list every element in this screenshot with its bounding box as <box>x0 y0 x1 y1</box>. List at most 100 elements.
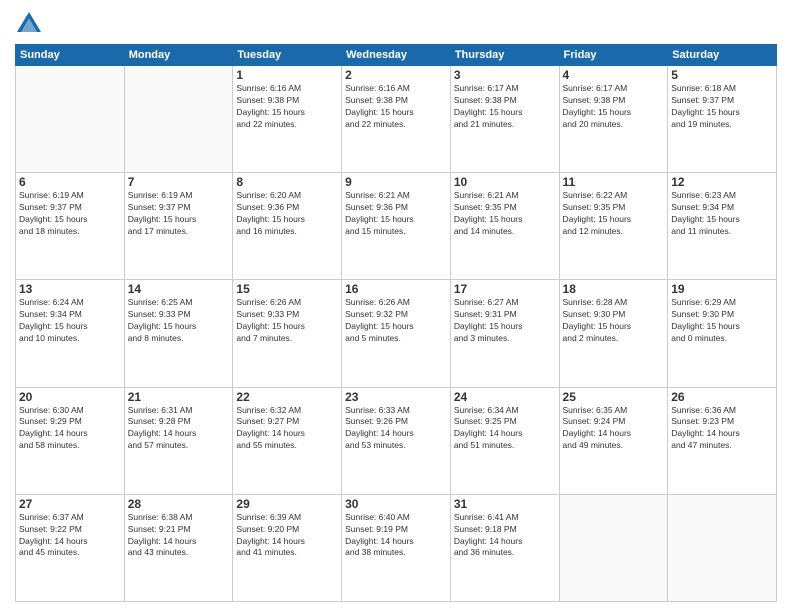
day-number: 25 <box>563 390 665 404</box>
day-info: Sunrise: 6:29 AM Sunset: 9:30 PM Dayligh… <box>671 297 773 345</box>
day-info: Sunrise: 6:36 AM Sunset: 9:23 PM Dayligh… <box>671 405 773 453</box>
day-info: Sunrise: 6:25 AM Sunset: 9:33 PM Dayligh… <box>128 297 230 345</box>
day-number: 31 <box>454 497 556 511</box>
calendar-header-row: SundayMondayTuesdayWednesdayThursdayFrid… <box>16 45 777 66</box>
day-info: Sunrise: 6:22 AM Sunset: 9:35 PM Dayligh… <box>563 190 665 238</box>
day-info: Sunrise: 6:24 AM Sunset: 9:34 PM Dayligh… <box>19 297 121 345</box>
calendar-cell: 30Sunrise: 6:40 AM Sunset: 9:19 PM Dayli… <box>342 494 451 601</box>
day-info: Sunrise: 6:21 AM Sunset: 9:36 PM Dayligh… <box>345 190 447 238</box>
day-number: 19 <box>671 282 773 296</box>
calendar-cell: 6Sunrise: 6:19 AM Sunset: 9:37 PM Daylig… <box>16 173 125 280</box>
day-number: 29 <box>236 497 338 511</box>
calendar-cell: 3Sunrise: 6:17 AM Sunset: 9:38 PM Daylig… <box>450 66 559 173</box>
calendar-week-row: 20Sunrise: 6:30 AM Sunset: 9:29 PM Dayli… <box>16 387 777 494</box>
calendar-cell: 14Sunrise: 6:25 AM Sunset: 9:33 PM Dayli… <box>124 280 233 387</box>
weekday-header: Friday <box>559 45 668 66</box>
calendar-cell <box>16 66 125 173</box>
day-info: Sunrise: 6:28 AM Sunset: 9:30 PM Dayligh… <box>563 297 665 345</box>
calendar-cell: 16Sunrise: 6:26 AM Sunset: 9:32 PM Dayli… <box>342 280 451 387</box>
day-number: 14 <box>128 282 230 296</box>
day-number: 26 <box>671 390 773 404</box>
calendar-cell: 18Sunrise: 6:28 AM Sunset: 9:30 PM Dayli… <box>559 280 668 387</box>
day-info: Sunrise: 6:16 AM Sunset: 9:38 PM Dayligh… <box>236 83 338 131</box>
calendar-cell <box>668 494 777 601</box>
calendar-cell: 11Sunrise: 6:22 AM Sunset: 9:35 PM Dayli… <box>559 173 668 280</box>
calendar-table: SundayMondayTuesdayWednesdayThursdayFrid… <box>15 44 777 602</box>
day-number: 6 <box>19 175 121 189</box>
calendar-cell: 20Sunrise: 6:30 AM Sunset: 9:29 PM Dayli… <box>16 387 125 494</box>
calendar-cell: 29Sunrise: 6:39 AM Sunset: 9:20 PM Dayli… <box>233 494 342 601</box>
day-number: 24 <box>454 390 556 404</box>
day-info: Sunrise: 6:30 AM Sunset: 9:29 PM Dayligh… <box>19 405 121 453</box>
calendar-week-row: 13Sunrise: 6:24 AM Sunset: 9:34 PM Dayli… <box>16 280 777 387</box>
day-info: Sunrise: 6:17 AM Sunset: 9:38 PM Dayligh… <box>454 83 556 131</box>
day-number: 21 <box>128 390 230 404</box>
day-info: Sunrise: 6:17 AM Sunset: 9:38 PM Dayligh… <box>563 83 665 131</box>
calendar-cell: 7Sunrise: 6:19 AM Sunset: 9:37 PM Daylig… <box>124 173 233 280</box>
day-number: 11 <box>563 175 665 189</box>
day-number: 12 <box>671 175 773 189</box>
day-info: Sunrise: 6:37 AM Sunset: 9:22 PM Dayligh… <box>19 512 121 560</box>
weekday-header: Wednesday <box>342 45 451 66</box>
day-number: 15 <box>236 282 338 296</box>
day-number: 1 <box>236 68 338 82</box>
day-info: Sunrise: 6:35 AM Sunset: 9:24 PM Dayligh… <box>563 405 665 453</box>
day-info: Sunrise: 6:26 AM Sunset: 9:33 PM Dayligh… <box>236 297 338 345</box>
day-number: 17 <box>454 282 556 296</box>
calendar-cell <box>124 66 233 173</box>
calendar-cell: 28Sunrise: 6:38 AM Sunset: 9:21 PM Dayli… <box>124 494 233 601</box>
day-info: Sunrise: 6:38 AM Sunset: 9:21 PM Dayligh… <box>128 512 230 560</box>
day-info: Sunrise: 6:34 AM Sunset: 9:25 PM Dayligh… <box>454 405 556 453</box>
day-info: Sunrise: 6:19 AM Sunset: 9:37 PM Dayligh… <box>128 190 230 238</box>
day-info: Sunrise: 6:32 AM Sunset: 9:27 PM Dayligh… <box>236 405 338 453</box>
calendar-cell: 13Sunrise: 6:24 AM Sunset: 9:34 PM Dayli… <box>16 280 125 387</box>
day-number: 30 <box>345 497 447 511</box>
calendar-week-row: 1Sunrise: 6:16 AM Sunset: 9:38 PM Daylig… <box>16 66 777 173</box>
day-info: Sunrise: 6:21 AM Sunset: 9:35 PM Dayligh… <box>454 190 556 238</box>
day-number: 27 <box>19 497 121 511</box>
page: SundayMondayTuesdayWednesdayThursdayFrid… <box>0 0 792 612</box>
calendar-cell: 26Sunrise: 6:36 AM Sunset: 9:23 PM Dayli… <box>668 387 777 494</box>
weekday-header: Saturday <box>668 45 777 66</box>
calendar-cell: 31Sunrise: 6:41 AM Sunset: 9:18 PM Dayli… <box>450 494 559 601</box>
day-number: 22 <box>236 390 338 404</box>
day-number: 20 <box>19 390 121 404</box>
calendar-cell: 1Sunrise: 6:16 AM Sunset: 9:38 PM Daylig… <box>233 66 342 173</box>
day-number: 16 <box>345 282 447 296</box>
calendar-cell: 15Sunrise: 6:26 AM Sunset: 9:33 PM Dayli… <box>233 280 342 387</box>
day-number: 18 <box>563 282 665 296</box>
logo-icon <box>15 10 43 38</box>
header <box>15 10 777 38</box>
calendar-cell: 2Sunrise: 6:16 AM Sunset: 9:38 PM Daylig… <box>342 66 451 173</box>
weekday-header: Thursday <box>450 45 559 66</box>
day-number: 23 <box>345 390 447 404</box>
calendar-cell: 9Sunrise: 6:21 AM Sunset: 9:36 PM Daylig… <box>342 173 451 280</box>
calendar-cell: 27Sunrise: 6:37 AM Sunset: 9:22 PM Dayli… <box>16 494 125 601</box>
day-info: Sunrise: 6:26 AM Sunset: 9:32 PM Dayligh… <box>345 297 447 345</box>
day-info: Sunrise: 6:27 AM Sunset: 9:31 PM Dayligh… <box>454 297 556 345</box>
calendar-cell: 22Sunrise: 6:32 AM Sunset: 9:27 PM Dayli… <box>233 387 342 494</box>
calendar-week-row: 6Sunrise: 6:19 AM Sunset: 9:37 PM Daylig… <box>16 173 777 280</box>
day-number: 9 <box>345 175 447 189</box>
day-info: Sunrise: 6:19 AM Sunset: 9:37 PM Dayligh… <box>19 190 121 238</box>
day-info: Sunrise: 6:23 AM Sunset: 9:34 PM Dayligh… <box>671 190 773 238</box>
calendar-cell <box>559 494 668 601</box>
calendar-cell: 25Sunrise: 6:35 AM Sunset: 9:24 PM Dayli… <box>559 387 668 494</box>
day-info: Sunrise: 6:31 AM Sunset: 9:28 PM Dayligh… <box>128 405 230 453</box>
calendar-cell: 5Sunrise: 6:18 AM Sunset: 9:37 PM Daylig… <box>668 66 777 173</box>
weekday-header: Tuesday <box>233 45 342 66</box>
calendar-cell: 12Sunrise: 6:23 AM Sunset: 9:34 PM Dayli… <box>668 173 777 280</box>
calendar-week-row: 27Sunrise: 6:37 AM Sunset: 9:22 PM Dayli… <box>16 494 777 601</box>
day-info: Sunrise: 6:18 AM Sunset: 9:37 PM Dayligh… <box>671 83 773 131</box>
weekday-header: Monday <box>124 45 233 66</box>
day-number: 7 <box>128 175 230 189</box>
calendar-cell: 24Sunrise: 6:34 AM Sunset: 9:25 PM Dayli… <box>450 387 559 494</box>
logo <box>15 10 47 38</box>
day-number: 13 <box>19 282 121 296</box>
day-info: Sunrise: 6:33 AM Sunset: 9:26 PM Dayligh… <box>345 405 447 453</box>
calendar-cell: 10Sunrise: 6:21 AM Sunset: 9:35 PM Dayli… <box>450 173 559 280</box>
day-number: 28 <box>128 497 230 511</box>
calendar-cell: 17Sunrise: 6:27 AM Sunset: 9:31 PM Dayli… <box>450 280 559 387</box>
day-info: Sunrise: 6:20 AM Sunset: 9:36 PM Dayligh… <box>236 190 338 238</box>
day-info: Sunrise: 6:39 AM Sunset: 9:20 PM Dayligh… <box>236 512 338 560</box>
